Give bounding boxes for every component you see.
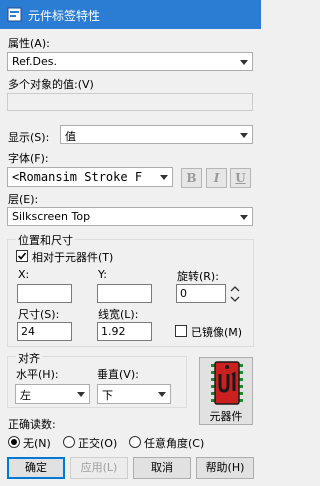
cancel-button[interactable]: 取消 <box>133 457 191 479</box>
rotation-spinner[interactable] <box>229 284 241 304</box>
line-width-label: 线宽(L): <box>98 308 139 321</box>
apply-button[interactable]: 应用(L) <box>70 457 128 479</box>
horizontal-label: 水平(H): <box>16 368 59 381</box>
y-input[interactable] <box>97 284 152 303</box>
help-button[interactable]: 帮助(H) <box>196 457 254 479</box>
display-value: 值 <box>65 130 76 143</box>
reading-orthogonal-label: 正交(O) <box>78 437 118 450</box>
underline-button[interactable]: U <box>230 168 251 188</box>
size-label: 尺寸(S): <box>18 308 60 321</box>
ok-button[interactable]: 确定 <box>7 457 65 479</box>
multi-value-field[interactable] <box>7 93 253 111</box>
mirrored-checkbox[interactable] <box>175 325 187 337</box>
rotation-value: 0 <box>180 287 187 300</box>
display-label: 显示(S): <box>8 131 50 144</box>
alignment-group-title: 对齐 <box>16 350 42 366</box>
size-input[interactable]: 24 <box>17 322 72 341</box>
chevron-down-icon <box>158 392 166 397</box>
attribute-label: 属性(A): <box>8 37 50 50</box>
chevron-down-icon <box>240 214 248 220</box>
checkmark-icon <box>17 252 27 260</box>
window-title: 元件标签特性 <box>28 9 101 23</box>
mirrored-label: 已镜像(M) <box>191 326 243 339</box>
font-select[interactable]: <Romansim Stroke F <box>7 167 173 187</box>
reading-any-angle-label: 任意角度(C) <box>144 437 205 450</box>
layer-label: 层(E): <box>8 193 39 206</box>
horizontal-select[interactable]: 左 <box>15 384 90 404</box>
bold-button[interactable]: B <box>181 168 202 188</box>
rotation-input[interactable]: 0 <box>176 284 226 303</box>
y-label: Y: <box>98 268 107 281</box>
chevron-down-icon <box>160 175 168 180</box>
relative-to-component-label: 相对于元器件(T) <box>32 251 114 264</box>
chevron-down-icon <box>240 132 248 138</box>
italic-button[interactable]: I <box>206 168 227 188</box>
reading-orthogonal-radio[interactable] <box>63 436 75 448</box>
component-button[interactable]: 元器件 <box>199 357 253 425</box>
reading-label: 正确读数: <box>8 418 56 431</box>
reading-none-label: 无(N) <box>23 437 51 450</box>
spin-down-icon[interactable] <box>230 296 240 302</box>
layer-value: Silkscreen Top <box>12 210 91 223</box>
position-size-group-title: 位置和尺寸 <box>16 232 75 248</box>
app-icon <box>7 7 22 22</box>
line-width-value: 1.92 <box>101 325 126 338</box>
chip-icon <box>211 361 243 405</box>
spin-up-icon[interactable] <box>230 286 240 292</box>
font-value: <Romansim Stroke F <box>12 170 143 184</box>
reading-any-angle-radio[interactable] <box>129 436 141 448</box>
title-bar[interactable]: 元件标签特性 <box>0 0 261 29</box>
horizontal-value: 左 <box>20 389 31 402</box>
reading-none-radio[interactable] <box>8 436 20 448</box>
layer-select[interactable]: Silkscreen Top <box>7 207 253 226</box>
attribute-value: Ref.Des. <box>12 55 57 68</box>
font-label: 字体(F): <box>8 152 49 165</box>
vertical-select[interactable]: 下 <box>97 384 171 404</box>
component-button-label: 元器件 <box>209 410 243 423</box>
multi-value-label: 多个对象的值:(V) <box>8 78 94 91</box>
x-label: X: <box>18 268 30 281</box>
vertical-label: 垂直(V): <box>97 368 139 381</box>
size-value: 24 <box>21 325 35 338</box>
display-select[interactable]: 值 <box>60 125 253 144</box>
vertical-value: 下 <box>102 389 113 402</box>
x-input[interactable] <box>17 284 72 303</box>
rotation-label: 旋转(R): <box>177 270 219 283</box>
line-width-input[interactable]: 1.92 <box>97 322 152 341</box>
attribute-select[interactable]: Ref.Des. <box>7 52 253 71</box>
chevron-down-icon <box>240 59 248 65</box>
relative-to-component-checkbox[interactable] <box>16 250 28 262</box>
chevron-down-icon <box>77 392 85 397</box>
